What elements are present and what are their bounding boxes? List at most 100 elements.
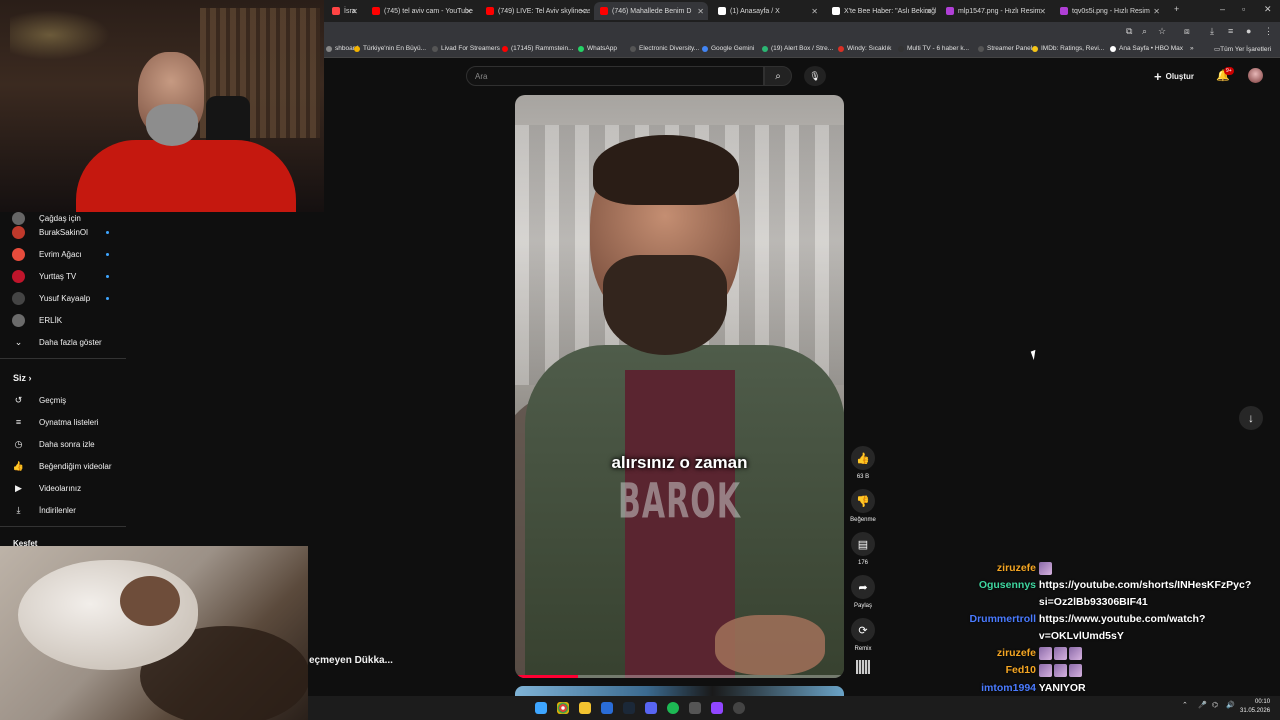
video-watermark: BAROK	[618, 474, 741, 531]
window-maximize-icon[interactable]: ▫	[1242, 4, 1245, 14]
system-clock[interactable]: 00:10 31.05.2026	[1240, 698, 1270, 716]
zoom-icon[interactable]: ⌕	[1142, 26, 1147, 37]
steam-icon[interactable]	[623, 702, 635, 714]
chat-username[interactable]: Drummertroll	[930, 613, 1036, 625]
app-icon[interactable]	[601, 702, 613, 714]
spotify-icon[interactable]	[667, 702, 679, 714]
bookmark-8[interactable]: Windy: Sıcaklık	[838, 45, 891, 52]
tab-4[interactable]: (1) Anasayfa / X ✕	[712, 2, 822, 20]
new-tab-button[interactable]: +	[1174, 4, 1179, 14]
sidebar-subscription[interactable]: Yusuf Kayaalp	[0, 288, 126, 308]
bookmark-12[interactable]: Ana Sayfa • HBO Max	[1110, 45, 1183, 52]
tab-2[interactable]: (749) LIVE: Tel Aviv skyline as ✕	[480, 2, 590, 20]
chat-username[interactable]: imtom1994	[930, 682, 1036, 694]
screen: İsra ✕ (745) tel aviv cam - YouTube ✕ (749) …	[0, 0, 1280, 720]
search-button[interactable]: ⌕	[764, 66, 792, 86]
next-video-button[interactable]: ↓	[1239, 406, 1263, 430]
twitch-icon[interactable]	[711, 702, 723, 714]
bookmark-10[interactable]: Streamer Panel	[978, 45, 1032, 52]
tab-close-icon[interactable]: ✕	[1039, 7, 1046, 16]
mouse-cursor	[1030, 348, 1042, 361]
tab-6[interactable]: mlp1547.png - Hızlı Resim ✕	[940, 2, 1050, 20]
sidebar-item-playlists[interactable]: ≡ Oynatma listeleri	[0, 412, 126, 432]
voice-search-button[interactable]: 🎙	[804, 66, 826, 86]
remix-icon: ⟳	[851, 618, 875, 642]
sidebar-subscription[interactable]: BurakSakinOl	[0, 222, 126, 242]
video-title[interactable]: eçmeyen Dükka...	[309, 655, 393, 666]
tab-7[interactable]: tqv0s5i.png - Hızlı Resim ✕	[1054, 2, 1164, 20]
sidebar-item-your-videos[interactable]: ▶ Videolarınız	[0, 478, 126, 498]
media-icon[interactable]: ≡	[1228, 26, 1233, 36]
menu-icon[interactable]: ⋮	[1264, 26, 1273, 37]
chat-text: https://youtube.com/shorts/INHesKFzPyc?	[1038, 579, 1252, 591]
tray-volume-icon[interactable]: 🔊	[1226, 701, 1235, 709]
progress-bar[interactable]	[515, 675, 844, 678]
bookmark-9[interactable]: Multi TV - 6 haber k...	[898, 45, 969, 52]
dislike-button[interactable]: 👎 Beğenme	[850, 489, 876, 523]
bookmarks-more-button[interactable]: »	[1190, 45, 1194, 52]
tab-close-icon[interactable]: ✕	[465, 7, 472, 16]
share-button[interactable]: ➦ Paylaş	[850, 575, 876, 609]
create-button[interactable]: + Oluştur	[1154, 68, 1194, 84]
chat-emote-icon	[1068, 664, 1082, 677]
remix-button[interactable]: ⟳ Remix	[850, 618, 876, 652]
bookmark-11[interactable]: IMDb: Ratings, Revi...	[1032, 45, 1104, 52]
comment-button[interactable]: ▤ 176	[850, 532, 876, 566]
tab-0[interactable]: İsra ✕	[326, 2, 362, 20]
tray-mic-icon[interactable]: 🎤	[1198, 701, 1207, 709]
tray-chevron-icon[interactable]: ⌃	[1182, 701, 1188, 709]
bookmark-star-icon[interactable]: ☆	[1158, 26, 1166, 37]
chat-username[interactable]: ziruzefe	[930, 647, 1036, 659]
bookmark-2[interactable]: Livad For Streamers	[432, 45, 500, 52]
sidebar-subscription[interactable]: Yurttaş TV	[0, 266, 126, 286]
window-close-icon[interactable]: ✕	[1264, 4, 1272, 15]
you-section-title[interactable]: Siz ›	[13, 373, 32, 383]
tab-close-icon[interactable]: ✕	[351, 7, 358, 16]
sidebar-item-downloads[interactable]: ⤓ İndirilenler	[0, 500, 126, 520]
tab-close-icon[interactable]: ✕	[1153, 7, 1160, 16]
account-avatar[interactable]	[1248, 68, 1263, 83]
extensions-icon[interactable]: ⧈	[1184, 26, 1190, 37]
bookmark-5[interactable]: Electronic Diversity...	[630, 45, 699, 52]
bookmark-favicon-icon	[838, 45, 844, 52]
download-icon[interactable]: ⤓	[1210, 26, 1214, 37]
tab-3[interactable]: (746) Mahallede Benim D ✕	[594, 2, 708, 20]
sidebar-subscription[interactable]: ERLİK	[0, 310, 126, 330]
like-button[interactable]: 👍 63 B	[850, 446, 876, 480]
app-icon-2[interactable]	[733, 702, 745, 714]
chat-username[interactable]: ziruzefe	[930, 562, 1036, 574]
chrome-icon[interactable]	[557, 702, 569, 714]
bookmark-6[interactable]: Google Gemini	[702, 45, 754, 52]
epic-icon[interactable]	[689, 702, 701, 714]
all-bookmarks-button[interactable]: ▭ Tüm Yer İşaretleri	[1214, 45, 1271, 54]
sound-icon[interactable]	[856, 660, 870, 674]
tab-1[interactable]: (745) tel aviv cam - YouTube ✕	[366, 2, 476, 20]
sidebar-subscription[interactable]: Evrim Ağacı	[0, 244, 126, 264]
shorts-player[interactable]: alırsınız o zaman BAROK	[515, 95, 844, 678]
chat-message: si=Oz2lBb93306BIF41	[930, 596, 1256, 608]
bookmark-4[interactable]: WhatsApp	[578, 45, 617, 52]
bookmark-1[interactable]: Türkiye'nin En Büyü...	[354, 45, 426, 52]
tab-close-icon[interactable]: ✕	[925, 7, 932, 16]
chevron-right-icon: ›	[26, 373, 32, 383]
chat-username[interactable]: Fed10	[930, 664, 1036, 676]
tab-close-icon[interactable]: ✕	[579, 7, 586, 16]
sidebar-item-liked[interactable]: 👍 Beğendiğim videolar	[0, 456, 126, 476]
window-minimize-icon[interactable]: –	[1220, 4, 1225, 14]
sidebar-item-watch-later[interactable]: ◷ Daha sonra izle	[0, 434, 126, 454]
tab-5[interactable]: X'te Bee Haber: "Aslı Bekiroğl ✕	[826, 2, 936, 20]
chat-username[interactable]: Ogusennys	[930, 579, 1036, 591]
bookmark-3[interactable]: (17145) Rammstein...	[502, 45, 574, 52]
search-input[interactable]: Ara	[466, 66, 764, 86]
tab-close-icon[interactable]: ✕	[697, 7, 704, 16]
tab-close-icon[interactable]: ✕	[811, 7, 818, 16]
tray-network-icon[interactable]: ⌬	[1212, 701, 1218, 709]
start-icon[interactable]	[535, 702, 547, 714]
sidebar-item-history[interactable]: ↺ Geçmiş	[0, 390, 126, 410]
show-more-button[interactable]: ⌄ Daha fazla göster	[0, 332, 126, 352]
screen-cast-icon[interactable]: ⧉	[1126, 26, 1132, 37]
discord-icon[interactable]	[645, 702, 657, 714]
profile-icon[interactable]: ●	[1246, 26, 1251, 36]
bookmark-7[interactable]: (19) Alert Box / Stre...	[762, 45, 833, 52]
explorer-icon[interactable]	[579, 702, 591, 714]
